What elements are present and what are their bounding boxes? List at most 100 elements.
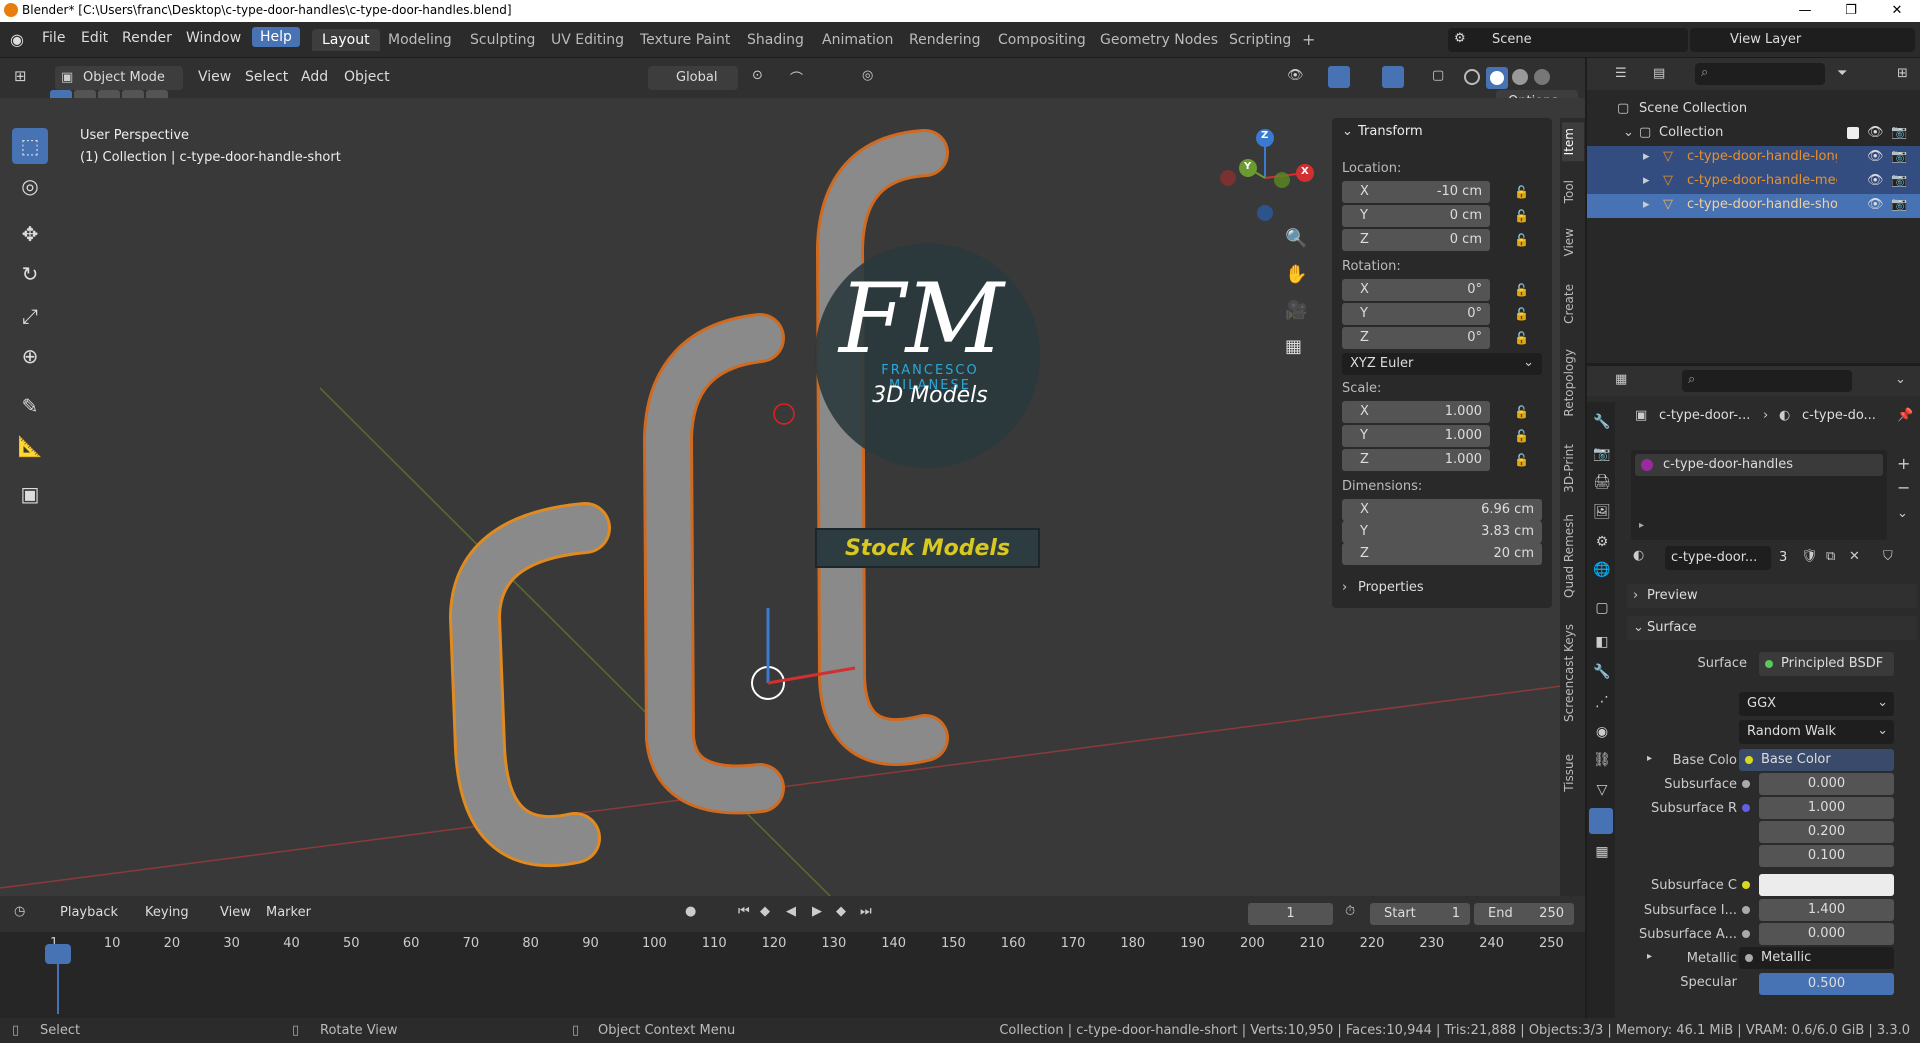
modifier-tab-icon[interactable]: 🔧: [1593, 664, 1611, 682]
add-cube-tool[interactable]: ▣: [12, 476, 48, 512]
rotate-tool[interactable]: ↻: [12, 256, 48, 292]
texture-tab-icon[interactable]: ▦: [1593, 844, 1611, 862]
material-browse-icon[interactable]: ◐: [1633, 548, 1644, 563]
tab-animation[interactable]: Animation: [822, 32, 893, 48]
timeline-ruler[interactable]: 1102030405060708090100110120130140150160…: [0, 932, 1585, 1018]
distribution-select[interactable]: GGX ⌄: [1739, 692, 1894, 716]
filter-icon[interactable]: ⏷: [1837, 66, 1847, 81]
editor-type-icon[interactable]: ⊞: [14, 67, 27, 85]
prev-keyframe-icon[interactable]: ◆: [760, 904, 770, 919]
tab-shading[interactable]: Shading: [747, 32, 804, 48]
gizmo-toggle-icon[interactable]: [1328, 66, 1350, 88]
expand-arrow-icon[interactable]: ▸: [1643, 197, 1650, 212]
remove-slot-icon[interactable]: −: [1897, 478, 1910, 497]
base-color-field[interactable]: Base Color: [1739, 749, 1894, 771]
physics-tab-icon[interactable]: ◉: [1593, 724, 1611, 742]
solid-shading-icon[interactable]: [1486, 67, 1508, 89]
transform-tool[interactable]: ⊕: [12, 338, 48, 374]
surface-panel[interactable]: ⌄ Surface: [1627, 616, 1917, 640]
tab-tissue[interactable]: Tissue: [1562, 748, 1584, 798]
location-x-field[interactable]: X -10 cm: [1342, 181, 1490, 203]
mode-selector[interactable]: ▣ Object Mode: [55, 66, 183, 90]
close-icon[interactable]: ✕: [1849, 549, 1860, 564]
link-icon[interactable]: ⛉: [1883, 549, 1893, 564]
material-users-count[interactable]: 3: [1779, 550, 1787, 565]
camera-view-icon[interactable]: 🎥: [1285, 300, 1307, 321]
proportional-edit-icon[interactable]: ◎: [862, 68, 873, 83]
outliner-scene-collection[interactable]: ▢ Scene Collection: [1587, 98, 1920, 122]
expand-arrow-icon[interactable]: ▸: [1643, 149, 1650, 164]
lock-icon[interactable]: 🔓: [1514, 283, 1530, 297]
rendered-shading-icon[interactable]: [1534, 69, 1550, 85]
tab-item[interactable]: Item: [1562, 122, 1584, 162]
chevron-down-icon[interactable]: ⌄: [1897, 506, 1908, 521]
menu-marker[interactable]: Marker: [266, 905, 311, 920]
camera-icon[interactable]: 📷: [1891, 149, 1907, 164]
pivot-icon[interactable]: ⊙: [752, 68, 763, 83]
specular-field[interactable]: 0.500: [1759, 973, 1894, 995]
metallic-field[interactable]: Metallic: [1739, 947, 1894, 969]
chevron-right-icon[interactable]: ▸: [1639, 520, 1644, 531]
preview-panel[interactable]: › Preview: [1627, 584, 1917, 608]
jump-start-icon[interactable]: ⏮: [738, 904, 750, 919]
camera-icon[interactable]: 📷: [1891, 197, 1907, 212]
properties-editor-icon[interactable]: ▦: [1615, 372, 1627, 387]
lock-icon[interactable]: 🔓: [1514, 429, 1530, 443]
transform-orientation[interactable]: Global: [648, 66, 738, 90]
play-reverse-icon[interactable]: ◀: [786, 904, 796, 919]
data-tab-icon[interactable]: ▽: [1593, 782, 1611, 800]
material-tab-icon[interactable]: [1589, 808, 1613, 834]
view-layer-selector[interactable]: View Layer: [1690, 28, 1915, 52]
surface-shader-field[interactable]: Principled BSDF: [1759, 652, 1894, 676]
checkbox-icon[interactable]: [1847, 127, 1859, 139]
scale-y-field[interactable]: Y 1.000: [1342, 425, 1490, 447]
overlay-toggle-icon[interactable]: [1382, 66, 1404, 88]
location-y-field[interactable]: Y0 cm: [1342, 205, 1490, 227]
lock-icon[interactable]: 🔓: [1514, 307, 1530, 321]
expand-arrow-icon[interactable]: ⌄: [1623, 125, 1634, 140]
menu-keying[interactable]: Keying: [145, 905, 189, 920]
lock-icon[interactable]: 🔓: [1514, 209, 1530, 223]
tab-tool[interactable]: Tool: [1562, 174, 1584, 209]
xray-icon[interactable]: ▢: [1432, 68, 1444, 83]
clock-icon[interactable]: ⏱: [1345, 904, 1355, 919]
subsurface-field[interactable]: 0.000: [1759, 773, 1894, 795]
record-icon[interactable]: ●: [685, 904, 696, 919]
camera-icon[interactable]: 📷: [1891, 173, 1907, 188]
world-tab-icon[interactable]: 🌐: [1593, 562, 1611, 580]
eye-icon[interactable]: 👁: [1867, 125, 1884, 140]
particles-tab-icon[interactable]: ⋰: [1593, 694, 1611, 712]
subsurface-color-swatch[interactable]: [1759, 874, 1894, 896]
tab-rendering[interactable]: Rendering: [909, 32, 981, 48]
move-tool[interactable]: ✥: [12, 216, 48, 252]
outliner-editor-icon[interactable]: ☰: [1615, 66, 1627, 81]
next-keyframe-icon[interactable]: ◆: [836, 904, 846, 919]
menu-help[interactable]: Help: [252, 27, 300, 47]
chevron-down-icon[interactable]: ⌄: [1895, 372, 1906, 387]
menu-view[interactable]: View: [198, 69, 231, 85]
tab-view[interactable]: View: [1562, 222, 1584, 262]
transform-title[interactable]: Transform: [1358, 124, 1423, 139]
add-workspace-icon[interactable]: +: [1302, 30, 1315, 49]
tab-quad-remesh[interactable]: Quad Remesh: [1562, 508, 1584, 604]
end-frame-field[interactable]: End 250: [1474, 903, 1574, 925]
outliner-collection[interactable]: ⌄ ▢ Collection 👁 📷: [1587, 122, 1920, 146]
subsurface-anisotropy-field[interactable]: 0.000: [1759, 923, 1894, 945]
tab-retopology[interactable]: Retopology: [1562, 343, 1584, 423]
fake-user-icon[interactable]: 🛡: [1801, 549, 1818, 564]
eye-icon[interactable]: 👁: [1867, 149, 1884, 164]
scale-tool[interactable]: ⤢: [12, 298, 48, 334]
render-tab-icon[interactable]: 📷: [1593, 446, 1611, 464]
subsurface-radius-z-field[interactable]: 0.100: [1759, 845, 1894, 867]
subsurface-radius-y-field[interactable]: 0.200: [1759, 821, 1894, 843]
current-frame-field[interactable]: 1: [1248, 903, 1333, 925]
outliner-search-input[interactable]: ⌕: [1695, 63, 1825, 85]
pan-hand-icon[interactable]: ✋: [1285, 264, 1307, 285]
lock-icon[interactable]: 🔓: [1514, 453, 1530, 467]
scene-tab-icon[interactable]: ⚙: [1593, 534, 1611, 552]
menu-window[interactable]: Window: [186, 30, 241, 46]
subsurface-method-select[interactable]: Random Walk ⌄: [1739, 720, 1894, 744]
properties-search-input[interactable]: ⌕: [1682, 370, 1852, 392]
tab-3d-print[interactable]: 3D-Print: [1562, 438, 1584, 499]
tab-uv-editing[interactable]: UV Editing: [551, 32, 624, 48]
